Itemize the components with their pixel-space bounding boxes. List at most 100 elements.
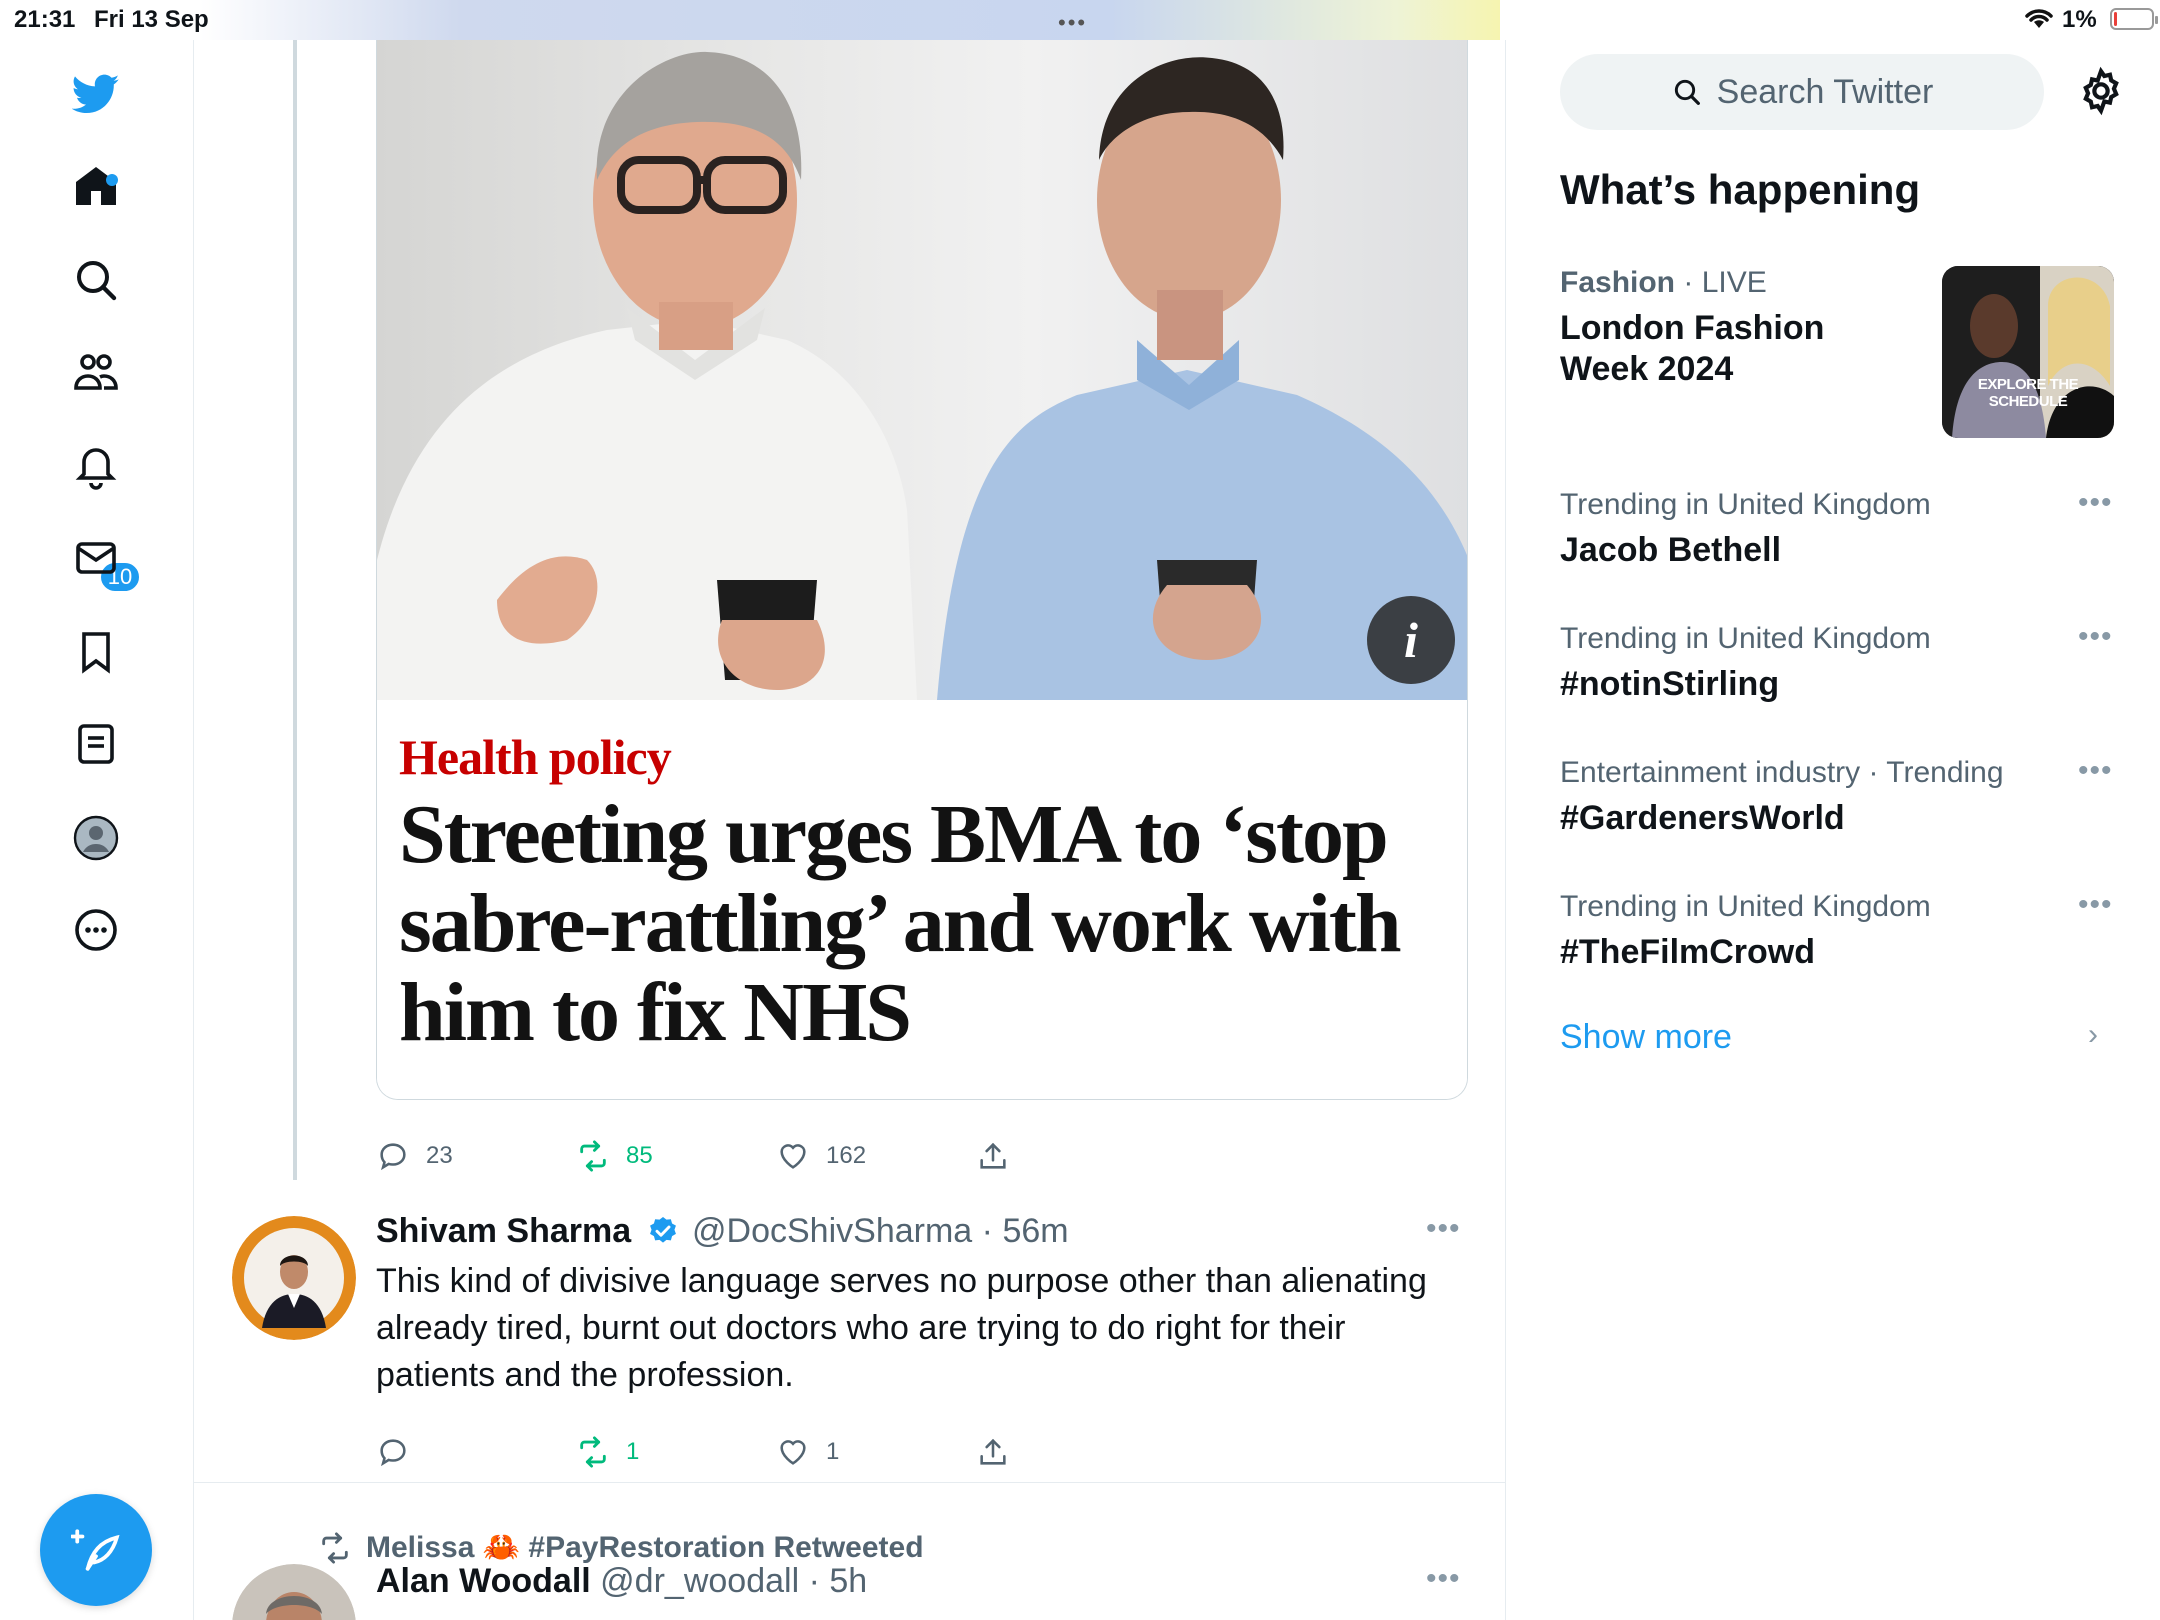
status-time: 21:31 — [14, 6, 76, 33]
search-placeholder: Search Twitter — [1716, 72, 1934, 111]
status-date: Fri 13 Sep — [94, 6, 209, 33]
article-photo-illustration — [377, 51, 1467, 700]
reply-icon — [380, 1439, 406, 1467]
avatar[interactable] — [232, 1564, 356, 1620]
tweet-time[interactable]: 5h — [829, 1562, 867, 1600]
trend-context: Trending in United Kingdom — [1560, 488, 1931, 521]
tweet-divider — [194, 1482, 1505, 1483]
share-icon — [980, 1438, 1006, 1465]
display-name[interactable]: Alan Woodall — [376, 1562, 591, 1600]
tweet-time[interactable]: 56m — [1002, 1212, 1068, 1250]
battery-level — [2114, 12, 2117, 26]
tweet-header: Shivam Sharma @DocShivSharma · 56m — [376, 1212, 1069, 1251]
article-link-card[interactable]: i Health policy Streeting urges BMA to ‘… — [376, 40, 1468, 1100]
like-button[interactable]: 162 — [776, 1136, 866, 1176]
trend-title[interactable]: #GardenersWorld — [1560, 798, 1845, 839]
trend-context: Trending in United Kingdom — [1560, 890, 1931, 923]
article-headline: Streeting urges BMA to ‘stop sabre-rattl… — [399, 788, 1402, 1059]
featured-trend-image[interactable]: EXPLORE THE SCHEDULE — [1942, 266, 2114, 438]
more-options-icon[interactable]: ••• — [1426, 1562, 1461, 1596]
avatar-image — [232, 1216, 356, 1340]
trend-title[interactable]: #TheFilmCrowd — [1560, 932, 1815, 973]
twitter-logo-icon[interactable] — [66, 64, 126, 124]
bookmarks-icon[interactable] — [66, 622, 126, 682]
status-bar: 21:31 Fri 13 Sep ••• 1% — [0, 0, 2160, 40]
retweet-icon — [580, 1140, 606, 1172]
like-count: 1 — [826, 1438, 840, 1465]
article-kicker: Health policy — [399, 729, 672, 785]
user-handle[interactable]: @DocShivSharma — [692, 1212, 972, 1250]
battery-percent: 1% — [2062, 6, 2097, 33]
avatar-image — [232, 1564, 356, 1620]
separator-dot: · — [981, 1212, 993, 1250]
tweet-actions: 23 85 162 — [376, 1136, 1476, 1176]
featured-image-caption: EXPLORE THE SCHEDULE — [1977, 376, 2079, 410]
search-input[interactable]: Search Twitter — [1560, 54, 2044, 130]
like-button[interactable]: 1 — [776, 1432, 839, 1472]
heart-icon — [780, 1144, 806, 1169]
notifications-icon[interactable] — [66, 436, 126, 496]
right-sidebar: Search Twitter What’s happening Fashion … — [1506, 40, 2160, 1620]
featured-trend-title[interactable]: London Fashion Week 2024 — [1560, 308, 1920, 390]
search-icon[interactable] — [66, 250, 126, 310]
wifi-icon — [2025, 9, 2053, 28]
share-button[interactable] — [976, 1432, 1010, 1472]
compose-tweet-button[interactable] — [40, 1494, 152, 1606]
retweet-count: 85 — [626, 1142, 653, 1169]
more-icon[interactable] — [66, 900, 126, 960]
article-photo: i — [377, 40, 1467, 700]
profile-icon[interactable] — [66, 808, 126, 868]
trend-more-icon[interactable]: ••• — [2078, 620, 2113, 654]
user-handle[interactable]: @dr_woodall — [600, 1562, 799, 1600]
gear-icon[interactable] — [2076, 66, 2126, 116]
tweet-header: Alan Woodall @dr_woodall · 5h — [376, 1562, 867, 1601]
retweet-icon — [322, 1531, 348, 1564]
timeline: i Health policy Streeting urges BMA to ‘… — [194, 40, 1506, 1620]
search-icon — [1674, 79, 1700, 105]
more-options-icon[interactable]: ••• — [1426, 1212, 1461, 1246]
trend-context: Trending in United Kingdom — [1560, 622, 1931, 655]
communities-icon[interactable] — [66, 342, 126, 402]
trend-more-icon[interactable]: ••• — [2078, 888, 2113, 922]
reply-button[interactable] — [376, 1432, 426, 1472]
featured-trend-category: Fashion · LIVE — [1560, 266, 1767, 299]
avatar[interactable] — [232, 1216, 356, 1340]
trend-title[interactable]: #notinStirling — [1560, 664, 1779, 705]
display-name[interactable]: Shivam Sharma — [376, 1212, 631, 1250]
retweeted-by-text: Melissa 🦀 #PayRestoration Retweeted — [366, 1531, 924, 1564]
show-more-link[interactable]: Show more — [1560, 1018, 1732, 1057]
featured-category: Fashion — [1560, 266, 1676, 299]
share-button[interactable] — [976, 1136, 1010, 1176]
retweet-button[interactable]: 1 — [576, 1432, 639, 1472]
left-navigation: 10 — [0, 40, 194, 1620]
separator-dot: · — [808, 1562, 820, 1600]
article-headline-area: Health policy Streeting urges BMA to ‘st… — [377, 700, 1467, 1099]
like-count: 162 — [826, 1142, 867, 1169]
messages-icon[interactable] — [66, 528, 126, 588]
heart-icon — [780, 1440, 806, 1465]
tweet-text: This kind of divisive language serves no… — [376, 1262, 1427, 1394]
info-icon[interactable]: i — [1367, 596, 1455, 684]
retweeted-by-label[interactable]: Melissa 🦀 #PayRestoration Retweeted — [318, 1530, 924, 1565]
share-icon — [980, 1142, 1006, 1169]
retweet-icon — [580, 1436, 606, 1468]
home-icon[interactable] — [66, 156, 126, 216]
lists-icon[interactable] — [66, 714, 126, 774]
compose-icon — [71, 1529, 120, 1571]
retweet-button[interactable]: 85 — [576, 1136, 653, 1176]
home-unread-dot — [106, 174, 118, 186]
trend-context: Entertainment industry · Trending — [1560, 756, 2004, 789]
featured-status: LIVE — [1701, 266, 1767, 299]
tweet-actions: 1 1 — [376, 1432, 1476, 1472]
reply-icon — [380, 1143, 406, 1171]
retweet-count: 1 — [626, 1438, 640, 1465]
reply-button[interactable]: 23 — [376, 1136, 453, 1176]
fashion-photo — [1942, 266, 2114, 438]
trend-title[interactable]: Jacob Bethell — [1560, 530, 1781, 571]
reply-count: 23 — [426, 1142, 453, 1169]
trend-more-icon[interactable]: ••• — [2078, 486, 2113, 520]
multitasking-dots-icon[interactable]: ••• — [1058, 10, 1087, 36]
top-gradient-strip — [200, 0, 1500, 40]
thread-connector-line — [293, 40, 297, 1180]
trend-more-icon[interactable]: ••• — [2078, 754, 2113, 788]
